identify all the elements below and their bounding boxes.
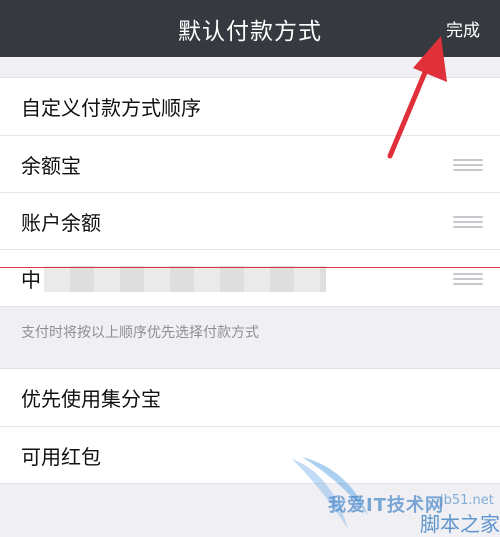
page-title: 默认付款方式 [178,18,322,45]
order-hint-text: 支付时将按以上顺序优先选择付款方式 [21,325,259,341]
payment-method-row-yuebao[interactable]: 余额宝 [0,135,500,192]
drag-handle-icon[interactable] [453,216,483,228]
done-button[interactable]: 完成 [446,16,480,41]
redacted-text [44,266,326,292]
prefer-jifenbao-row[interactable]: 优先使用集分宝 [0,369,500,426]
watermark-text: 我爱IT技术网 [328,495,444,516]
payment-order-list: 自定义付款方式顺序 余额宝 账户余额 中 [0,77,500,307]
row-label: 余额宝 [21,153,81,178]
watermark-brand: 脚本之家 [420,512,500,536]
row-label: 可用红包 [21,444,101,469]
options-list: 优先使用集分宝 可用红包 [0,368,500,484]
row-label: 自定义付款方式顺序 [21,96,201,120]
row-label: 账户余额 [21,210,101,235]
navigation-bar: 默认付款方式 完成 [0,0,500,57]
annotation-line [0,267,500,268]
custom-order-row[interactable]: 自定义付款方式顺序 [0,78,500,135]
payment-method-row-bank-card[interactable]: 中 [0,249,500,306]
drag-handle-icon[interactable] [453,159,483,171]
row-label: 优先使用集分宝 [21,387,161,411]
watermark-url: jb51.net [440,493,494,508]
drag-handle-icon[interactable] [453,273,483,285]
available-red-packet-row[interactable]: 可用红包 [0,426,500,483]
payment-method-row-balance[interactable]: 账户余额 [0,192,500,249]
